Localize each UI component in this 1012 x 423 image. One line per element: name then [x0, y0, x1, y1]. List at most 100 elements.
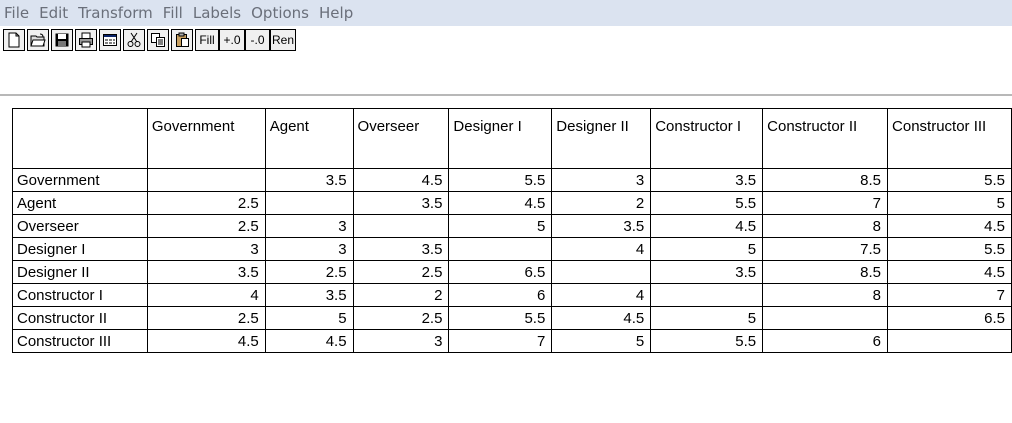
data-cell[interactable]: 4.5: [448, 191, 553, 215]
add-decimal-button[interactable]: +.0: [219, 29, 245, 51]
data-cell[interactable]: [146, 168, 266, 192]
data-cell[interactable]: 3.5: [264, 168, 354, 192]
data-cell[interactable]: 4.5: [551, 306, 652, 330]
new-file-button[interactable]: [3, 29, 25, 51]
paste-button[interactable]: [171, 29, 193, 51]
menu-transform[interactable]: Transform: [73, 0, 158, 26]
data-cell[interactable]: [650, 283, 764, 307]
data-cell[interactable]: 4.5: [352, 168, 450, 192]
data-cell[interactable]: 5: [264, 306, 354, 330]
column-header[interactable]: Overseer: [352, 108, 450, 169]
menu-options[interactable]: Options: [246, 0, 314, 26]
data-cell[interactable]: 5: [448, 214, 553, 238]
row-header[interactable]: Designer I: [12, 237, 148, 261]
data-cell[interactable]: [551, 260, 652, 284]
data-cell[interactable]: [264, 191, 354, 215]
column-header[interactable]: Designer II: [551, 108, 652, 169]
data-cell[interactable]: 4: [551, 283, 652, 307]
data-cell[interactable]: 5: [551, 329, 652, 353]
data-cell[interactable]: 5.5: [650, 191, 764, 215]
open-button[interactable]: [27, 29, 49, 51]
data-cell[interactable]: 4.5: [887, 214, 1012, 238]
data-cell[interactable]: 4.5: [650, 214, 764, 238]
data-cell[interactable]: 3.5: [146, 260, 266, 284]
data-cell[interactable]: 2.5: [146, 214, 266, 238]
data-cell[interactable]: 4: [551, 237, 652, 261]
data-cell[interactable]: 4: [146, 283, 266, 307]
data-cell[interactable]: 3: [352, 329, 450, 353]
data-cell[interactable]: 3.5: [264, 283, 354, 307]
data-cell[interactable]: [887, 329, 1012, 353]
data-cell[interactable]: 3: [264, 237, 354, 261]
menu-fill[interactable]: Fill: [158, 0, 188, 26]
data-cell[interactable]: 3.5: [650, 168, 764, 192]
data-cell[interactable]: 2.5: [146, 306, 266, 330]
data-cell[interactable]: 3: [551, 168, 652, 192]
column-header[interactable]: Constructor III: [887, 108, 1012, 169]
data-cell[interactable]: 5.5: [887, 237, 1012, 261]
save-button[interactable]: [51, 29, 73, 51]
data-cell[interactable]: 2: [551, 191, 652, 215]
data-cell[interactable]: 5: [650, 306, 764, 330]
data-cell[interactable]: 6: [448, 283, 553, 307]
column-header[interactable]: Constructor II: [762, 108, 889, 169]
data-cell[interactable]: 7: [448, 329, 553, 353]
row-header[interactable]: Government: [12, 168, 148, 192]
data-cell[interactable]: 3: [264, 214, 354, 238]
data-cell[interactable]: 2.5: [146, 191, 266, 215]
data-cell[interactable]: 5.5: [887, 168, 1012, 192]
row-header[interactable]: Overseer: [12, 214, 148, 238]
remove-decimal-button[interactable]: -.0: [245, 29, 270, 51]
data-cell[interactable]: 7: [762, 191, 889, 215]
data-cell[interactable]: 4.5: [887, 260, 1012, 284]
row-header[interactable]: Agent: [12, 191, 148, 215]
row-header[interactable]: Designer II: [12, 260, 148, 284]
row-header[interactable]: Constructor II: [12, 306, 148, 330]
data-cell[interactable]: [448, 237, 553, 261]
data-cell[interactable]: 4.5: [264, 329, 354, 353]
data-cell[interactable]: [352, 214, 450, 238]
data-cell[interactable]: 6: [762, 329, 889, 353]
cut-button[interactable]: [123, 29, 145, 51]
menu-help[interactable]: Help: [314, 0, 358, 26]
menu-file[interactable]: File: [0, 0, 34, 26]
column-header[interactable]: Constructor I: [650, 108, 764, 169]
data-cell[interactable]: 3: [146, 237, 266, 261]
column-header[interactable]: Agent: [264, 108, 354, 169]
data-cell[interactable]: 5: [650, 237, 764, 261]
data-cell[interactable]: 7.5: [762, 237, 889, 261]
menu-edit[interactable]: Edit: [34, 0, 73, 26]
data-cell[interactable]: 5: [887, 191, 1012, 215]
corner-cell[interactable]: [12, 108, 148, 169]
data-cell[interactable]: 8: [762, 214, 889, 238]
row-header[interactable]: Constructor I: [12, 283, 148, 307]
data-cell[interactable]: 5.5: [650, 329, 764, 353]
data-cell[interactable]: 5.5: [448, 168, 553, 192]
menu-labels[interactable]: Labels: [188, 0, 246, 26]
data-cell[interactable]: 6.5: [448, 260, 553, 284]
data-cell[interactable]: 2.5: [352, 260, 450, 284]
row-header[interactable]: Constructor III: [12, 329, 148, 353]
data-cell[interactable]: 6.5: [887, 306, 1012, 330]
data-cell[interactable]: 2.5: [352, 306, 450, 330]
print-button[interactable]: [75, 29, 97, 51]
data-cell[interactable]: 3.5: [352, 237, 450, 261]
data-cell[interactable]: 7: [887, 283, 1012, 307]
column-header[interactable]: Government: [146, 108, 266, 169]
data-cell[interactable]: 2: [352, 283, 450, 307]
fill-button[interactable]: Fill: [195, 29, 219, 51]
data-cell[interactable]: 3.5: [551, 214, 652, 238]
rename-button[interactable]: Ren: [270, 29, 296, 51]
data-cell[interactable]: 3.5: [650, 260, 764, 284]
data-cell[interactable]: 8.5: [762, 168, 889, 192]
column-header[interactable]: Designer I: [448, 108, 553, 169]
window-button[interactable]: [99, 29, 121, 51]
data-cell[interactable]: 5.5: [448, 306, 553, 330]
data-cell[interactable]: 4.5: [146, 329, 266, 353]
copy-button[interactable]: [147, 29, 169, 51]
data-cell[interactable]: [762, 306, 889, 330]
data-cell[interactable]: 2.5: [264, 260, 354, 284]
data-cell[interactable]: 3.5: [352, 191, 450, 215]
data-cell[interactable]: 8.5: [762, 260, 889, 284]
data-cell[interactable]: 8: [762, 283, 889, 307]
